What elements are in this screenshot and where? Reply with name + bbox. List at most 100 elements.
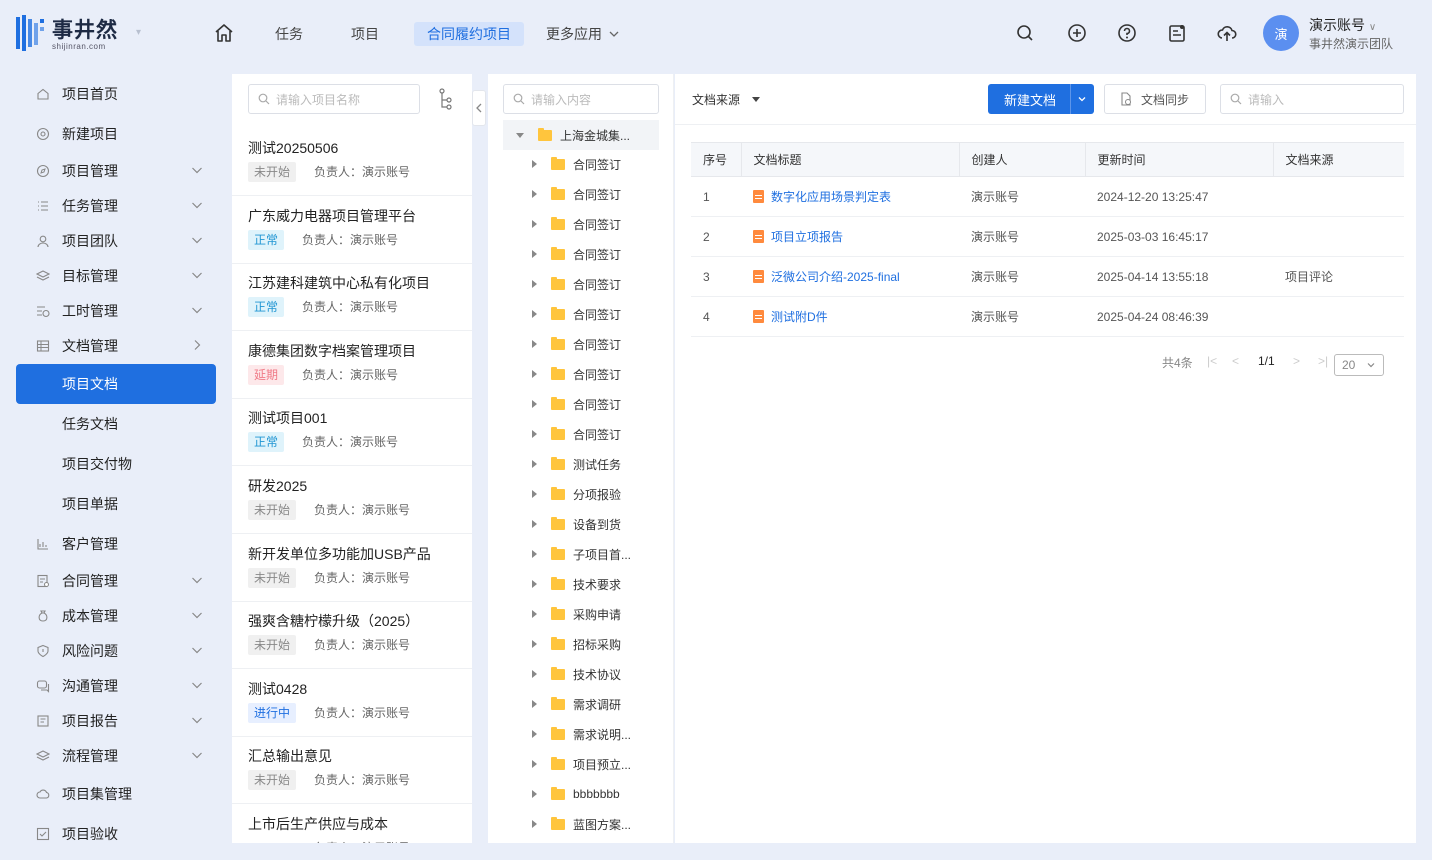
tree-folder-node[interactable]: 合同签订 — [532, 239, 621, 269]
sidebar-item[interactable]: 项目首页 — [16, 74, 216, 114]
tree-folder-node[interactable]: 合同签订 — [532, 389, 621, 419]
page-size-select[interactable]: 20 — [1334, 354, 1384, 376]
tree-folder-node[interactable]: 合同签订 — [532, 179, 621, 209]
project-card[interactable]: 研发2025 未开始 负责人：演示账号 — [232, 466, 472, 534]
notice-icon[interactable] — [1166, 22, 1188, 44]
project-card[interactable]: 康德集团数字档案管理项目 延期 负责人：演示账号 — [232, 331, 472, 399]
next-page-icon[interactable]: > — [1293, 354, 1300, 368]
sidebar-item[interactable]: 目标管理 — [16, 256, 216, 296]
nav-projects[interactable]: 项目 — [351, 22, 379, 46]
user-name[interactable]: 演示账号 ∨ — [1309, 15, 1376, 35]
avatar[interactable]: 演 — [1263, 15, 1299, 51]
doc-title[interactable]: 数字化应用场景判定表 — [771, 190, 891, 204]
first-page-icon[interactable]: |< — [1207, 354, 1217, 368]
caret-right-icon — [532, 520, 537, 528]
doc-title-cell[interactable]: 泛微公司介绍-2025-final — [741, 256, 959, 297]
project-card[interactable]: 广东威力电器项目管理平台 正常 负责人：演示账号 — [232, 196, 472, 264]
search-icon[interactable] — [1014, 22, 1036, 44]
nav-more-apps[interactable]: 更多应用 — [546, 22, 621, 46]
nav-contract-projects[interactable]: 合同履约项目 — [414, 22, 524, 46]
tree-folder-node[interactable]: bbbbbbb — [532, 779, 620, 809]
tree-folder-node[interactable]: 合同签订 — [532, 299, 621, 329]
chevron-down-icon[interactable]: ▾ — [136, 27, 141, 38]
sidebar-item[interactable]: 沟通管理 — [16, 666, 216, 706]
doc-title-cell[interactable]: 项目立项报告 — [741, 216, 959, 257]
doc-title[interactable]: 泛微公司介绍-2025-final — [771, 270, 900, 284]
tree-folder-node[interactable]: 项目预立... — [532, 749, 631, 779]
tree-folder-node[interactable]: 采购申请 — [532, 599, 621, 629]
project-card[interactable]: 江苏建科建筑中心私有化项目 正常 负责人：演示账号 — [232, 263, 472, 332]
sync-documents-button[interactable]: 文档同步 — [1104, 84, 1206, 114]
sidebar-item[interactable]: 项目验收 — [16, 814, 216, 854]
project-card[interactable]: 测试20250506 未开始 负责人：演示账号 — [232, 128, 472, 196]
doc-search-input[interactable]: 请输入 — [1220, 84, 1404, 114]
sidebar-item[interactable]: 客户管理 — [16, 524, 216, 564]
sidebar-item[interactable]: 项目团队 — [16, 221, 216, 261]
tree-folder-node[interactable]: 测试任务 — [532, 449, 621, 479]
nav-tasks[interactable]: 任务 — [275, 22, 303, 46]
tree-folder-node[interactable]: 合同签订 — [532, 359, 621, 389]
sidebar-item[interactable]: 项目单据 — [16, 484, 216, 524]
doc-title[interactable]: 测试附D件 — [771, 310, 828, 324]
tree-folder-node[interactable]: 技术协议 — [532, 659, 621, 689]
doc-source-filter[interactable]: 文档来源 — [692, 91, 761, 108]
table-row[interactable]: 3 泛微公司介绍-2025-final 演示账号 2025-04-14 13:55:1… — [691, 256, 1404, 297]
sidebar-item[interactable]: 风险问题 — [16, 631, 216, 671]
tree-folder-node[interactable]: 合同签订 — [532, 269, 621, 299]
project-search-input[interactable]: 请输入项目名称 — [248, 84, 420, 114]
sidebar-item[interactable]: 合同管理 — [16, 561, 216, 601]
home-icon[interactable] — [213, 22, 235, 44]
sidebar-item[interactable]: 项目管理 — [16, 151, 216, 191]
project-card[interactable]: 强爽含糖柠檬升级（2025） 未开始 负责人：演示账号 — [232, 601, 472, 670]
doc-title-cell[interactable]: 数字化应用场景判定表 — [741, 176, 959, 217]
tree-structure-icon[interactable] — [438, 88, 454, 113]
sidebar-item[interactable]: 项目交付物 — [16, 444, 216, 484]
project-card[interactable]: 上市后生产供应与成本负责人：演示账号 — [232, 804, 472, 843]
project-card[interactable]: 新开发单位多功能加USB产品 未开始 负责人：演示账号 — [232, 534, 472, 602]
doc-title-cell[interactable]: 测试附D件 — [741, 296, 959, 337]
tree-root-node[interactable]: 上海金城集... — [503, 120, 659, 150]
help-icon[interactable] — [1116, 22, 1138, 44]
tree-search-input[interactable]: 请输入内容 — [503, 84, 659, 114]
tree-folder-node[interactable]: 合同签订 — [532, 329, 621, 359]
last-page-icon[interactable]: >| — [1318, 354, 1328, 368]
tree-folder-node[interactable]: 招标采购 — [532, 629, 621, 659]
sidebar-item[interactable]: 新建项目 — [16, 114, 216, 154]
project-card[interactable]: 测试项目001 正常 负责人：演示账号 — [232, 398, 472, 467]
tree-folder-node[interactable]: 需求调研 — [532, 689, 621, 719]
sidebar-item[interactable]: 项目文档 — [16, 364, 216, 404]
new-document-button[interactable]: 新建文档 — [988, 84, 1094, 114]
prev-page-icon[interactable]: < — [1232, 354, 1239, 368]
tree-folder-node[interactable]: 蓝图方案... — [532, 809, 631, 839]
upload-cloud-icon[interactable] — [1216, 22, 1238, 44]
project-card[interactable]: 测试0428 进行中 负责人：演示账号 — [232, 669, 472, 737]
tree-folder-node[interactable]: 合同签订 — [532, 149, 621, 179]
chevron-down-icon[interactable] — [1070, 84, 1087, 114]
tree-folder-node[interactable]: 需求说明... — [532, 719, 631, 749]
folder-icon — [551, 546, 565, 560]
sidebar-item[interactable]: 文档管理 — [16, 326, 216, 366]
sidebar-item[interactable]: 流程管理 — [16, 736, 216, 776]
list-icon — [36, 199, 50, 213]
table-row[interactable]: 4 测试附D件 演示账号 2025-04-24 08:46:39 — [691, 296, 1404, 337]
tree-folder-node[interactable]: 合同签订 — [532, 419, 621, 449]
tree-folder-node[interactable]: 分项报验 — [532, 479, 621, 509]
project-card[interactable]: 汇总输出意见 未开始 负责人：演示账号 — [232, 736, 472, 805]
tree-folder-node[interactable]: 技术要求 — [532, 569, 621, 599]
tree-folder-node[interactable]: 设备到货 — [532, 509, 621, 539]
owner-name: 演示账号 — [362, 841, 410, 843]
sidebar-item[interactable]: 项目报告 — [16, 701, 216, 741]
sidebar-item[interactable]: 项目集管理 — [16, 774, 216, 814]
sidebar-item[interactable]: 工时管理 — [16, 291, 216, 331]
sidebar-item[interactable]: 任务管理 — [16, 186, 216, 226]
table-row[interactable]: 2 项目立项报告 演示账号 2025-03-03 16:45:17 — [691, 216, 1404, 257]
tree-folder-node[interactable]: 合同签订 — [532, 209, 621, 239]
doc-title[interactable]: 项目立项报告 — [771, 230, 843, 244]
brand-logo[interactable]: 事井然 shijinran.com ▾ — [16, 14, 141, 51]
table-row[interactable]: 1 数字化应用场景判定表 演示账号 2024-12-20 13:25:47 — [691, 176, 1404, 217]
sidebar-item[interactable]: 任务文档 — [16, 404, 216, 444]
tree-folder-node[interactable]: 子项目首... — [532, 539, 631, 569]
collapse-panel-button[interactable] — [472, 90, 486, 126]
add-circle-icon[interactable] — [1066, 22, 1088, 44]
sidebar-item[interactable]: 成本管理 — [16, 596, 216, 636]
